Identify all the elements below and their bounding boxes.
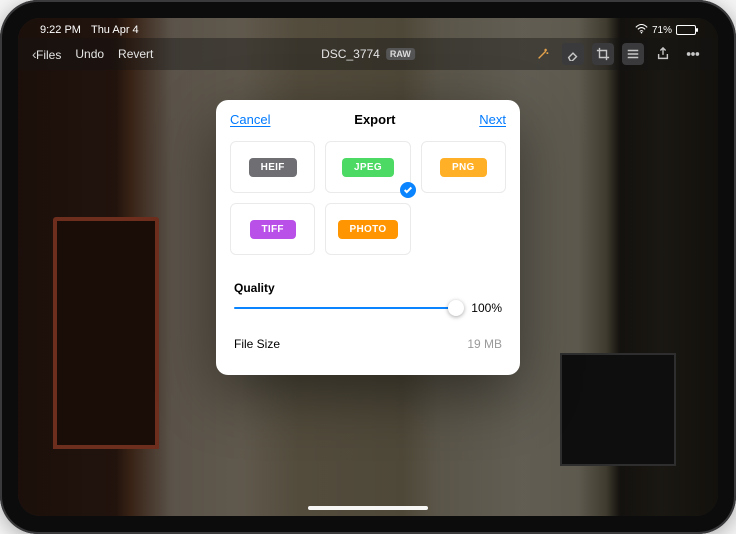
home-indicator[interactable] — [308, 506, 428, 510]
format-heif[interactable]: HEIF — [230, 141, 315, 193]
format-label: TIFF — [250, 220, 296, 239]
app-toolbar: ‹ Files Undo Revert DSC_3774 RAW — [18, 38, 718, 70]
format-png[interactable]: PNG — [421, 141, 506, 193]
format-tiff[interactable]: TIFF — [230, 203, 315, 255]
status-date: Thu Apr 4 — [91, 24, 139, 36]
crop-icon[interactable] — [592, 43, 614, 65]
battery-icon — [676, 25, 696, 35]
format-photo[interactable]: PHOTO — [325, 203, 410, 255]
quality-slider[interactable] — [234, 307, 456, 309]
filesize-value: 19 MB — [467, 337, 502, 351]
status-bar: 9:22 PM Thu Apr 4 71% — [18, 18, 718, 38]
quality-label: Quality — [216, 255, 520, 301]
slider-thumb[interactable] — [448, 300, 464, 316]
eraser-icon[interactable] — [562, 43, 584, 65]
more-icon[interactable] — [682, 43, 704, 65]
format-label: PNG — [440, 158, 487, 177]
adjust-icon[interactable] — [622, 43, 644, 65]
selected-check-icon — [400, 182, 416, 198]
format-grid: HEIF JPEG PNG TIFF PHOTO — [216, 137, 520, 255]
cancel-button[interactable]: Cancel — [230, 112, 270, 127]
magic-wand-icon[interactable] — [532, 43, 554, 65]
quality-value: 100% — [466, 301, 502, 315]
share-icon[interactable] — [652, 43, 674, 65]
export-modal: Cancel Export Next HEIF JPEG PNG TIFF — [216, 100, 520, 375]
format-label: JPEG — [342, 158, 394, 177]
format-jpeg[interactable]: JPEG — [325, 141, 410, 193]
raw-badge: RAW — [386, 48, 415, 60]
file-name: DSC_3774 — [321, 47, 380, 61]
revert-button[interactable]: Revert — [118, 47, 153, 61]
format-label: PHOTO — [338, 220, 399, 239]
undo-button[interactable]: Undo — [75, 47, 104, 61]
screen: 9:22 PM Thu Apr 4 71% ‹ Files Undo Rever… — [18, 18, 718, 516]
ipad-frame: 9:22 PM Thu Apr 4 71% ‹ Files Undo Rever… — [0, 0, 736, 534]
format-label: HEIF — [249, 158, 297, 177]
filesize-label: File Size — [234, 337, 280, 351]
battery-percent: 71% — [652, 25, 672, 36]
wifi-icon — [635, 24, 648, 37]
status-time: 9:22 PM — [40, 24, 81, 36]
back-button[interactable]: ‹ Files — [32, 46, 61, 62]
next-button[interactable]: Next — [479, 112, 506, 127]
chevron-left-icon: ‹ — [32, 46, 37, 62]
modal-title: Export — [354, 112, 395, 127]
